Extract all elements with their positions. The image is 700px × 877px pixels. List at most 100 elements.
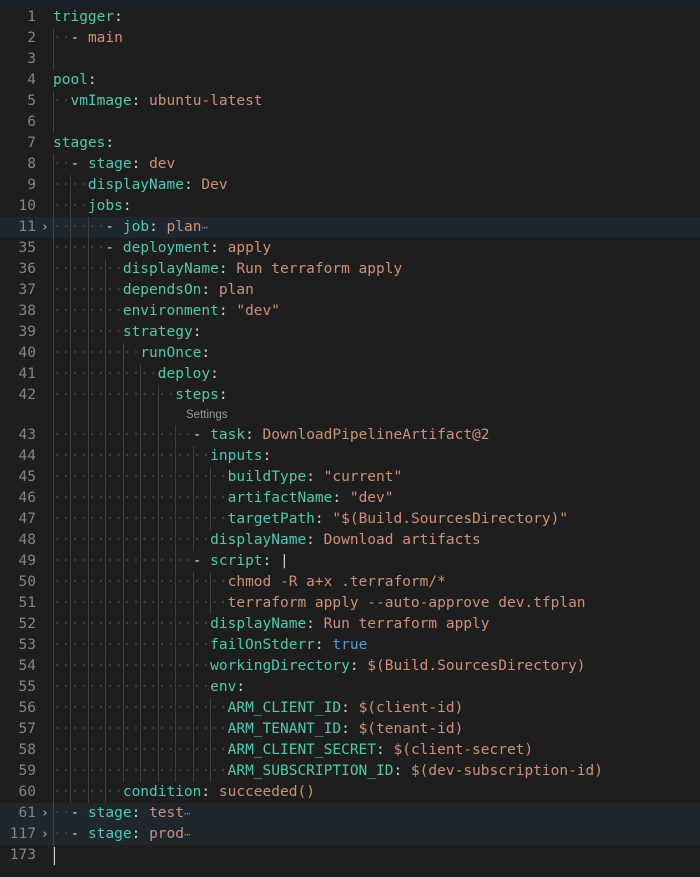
line-number: 39 (0, 322, 36, 343)
indent-whitespace: ·············· (53, 387, 175, 403)
code-line[interactable]: 49················- script: | (0, 551, 700, 572)
code-line[interactable]: 56····················ARM_CLIENT_ID: $(c… (0, 698, 700, 719)
code-line[interactable]: 45····················buildType: "curren… (0, 467, 700, 488)
token-dash: - (193, 427, 210, 443)
line-content: ········strategy: (53, 322, 201, 343)
code-line[interactable]: 4pool: (0, 70, 700, 91)
line-number: 55 (0, 677, 36, 698)
code-line[interactable]: 44··················inputs: (0, 446, 700, 467)
indent-whitespace: ···················· (53, 574, 228, 590)
token-punc: : (201, 784, 218, 800)
line-content: ··················inputs: (53, 446, 271, 467)
code-line[interactable]: 39 ········strategy: (0, 322, 700, 343)
token-punc: : (332, 490, 349, 506)
line-number: 37 (0, 280, 36, 301)
code-line[interactable]: 48··················displayName: Downloa… (0, 530, 700, 551)
code-line[interactable]: 54··················workingDirectory: $(… (0, 656, 700, 677)
token-key: stages (53, 135, 105, 151)
token-key: vmImage (70, 93, 131, 109)
token-val: plan (219, 282, 254, 298)
code-line[interactable]: 55··················env: (0, 677, 700, 698)
code-line[interactable]: 47····················targetPath: "$(Bui… (0, 509, 700, 530)
line-content: ··vmImage: ubuntu-latest (53, 91, 263, 112)
line-content: ······- deployment: apply (53, 238, 271, 259)
token-val: test (149, 805, 184, 821)
code-line[interactable]: 2··- main (0, 28, 700, 49)
indent-whitespace: ·· (53, 156, 70, 172)
code-line[interactable]: 36········displayName: Run terraform app… (0, 259, 700, 280)
line-number: 45 (0, 467, 36, 488)
token-val: ubuntu-latest (149, 93, 263, 109)
code-line[interactable]: 6 (0, 112, 700, 133)
fold-chevron-right-icon[interactable]: › (38, 803, 52, 824)
indent-whitespace: ·· (53, 826, 70, 842)
code-line[interactable]: 57····················ARM_TENANT_ID: $(t… (0, 719, 700, 740)
token-key: stage (88, 156, 132, 172)
code-line[interactable]: 117›··- stage: prod⋯ (0, 824, 700, 845)
line-number: 42 (0, 385, 36, 406)
code-line[interactable]: 38········environment: "dev" (0, 301, 700, 322)
indent-whitespace: ······ (53, 219, 105, 235)
code-editor[interactable]: 1trigger:2··- main34pool:5··vmImage: ubu… (0, 0, 700, 877)
code-line[interactable]: 35······- deployment: apply (0, 238, 700, 259)
token-val: $(tenant-id) (359, 721, 464, 737)
token-pipe: | (280, 553, 289, 569)
code-line[interactable]: 10····jobs: (0, 196, 700, 217)
code-line[interactable]: 50····················chmod -R a+x .terr… (0, 572, 700, 593)
line-number: 46 (0, 488, 36, 509)
token-dash: - (70, 805, 87, 821)
token-val: Download artifacts (324, 532, 481, 548)
code-line[interactable]: 58····················ARM_CLIENT_SECRET:… (0, 740, 700, 761)
code-line[interactable]: 61›··- stage: test⋯ (0, 803, 700, 824)
token-key: jobs (88, 198, 123, 214)
code-line[interactable]: 7stages: (0, 133, 700, 154)
token-key: ARM_TENANT_ID (228, 721, 342, 737)
token-dash: - (70, 30, 87, 46)
code-line[interactable]: 173 (0, 845, 700, 866)
line-content: ········dependsOn: plan (53, 280, 254, 301)
line-content: ··- stage: prod⋯ (53, 824, 191, 845)
line-content: ··············steps: (53, 385, 228, 406)
code-line[interactable]: 11›······- job: plan⋯ (0, 217, 700, 238)
token-key: environment (123, 303, 219, 319)
code-line[interactable]: 51····················terraform apply --… (0, 593, 700, 614)
token-punc: : (263, 448, 272, 464)
line-content: ··················displayName: Download … (53, 530, 481, 551)
line-number: 58 (0, 740, 36, 761)
line-number: 54 (0, 656, 36, 677)
code-line[interactable]: 59····················ARM_SUBSCRIPTION_I… (0, 761, 700, 782)
code-line[interactable]: 9····displayName: Dev (0, 175, 700, 196)
editor-lines[interactable]: 1trigger:2··- main34pool:5··vmImage: ubu… (0, 7, 700, 866)
codelens-settings-link[interactable]: Settings (186, 406, 228, 425)
code-line[interactable]: 1trigger: (0, 7, 700, 28)
code-line[interactable]: 5 ··vmImage: ubuntu-latest (0, 91, 700, 112)
token-punc: : (393, 763, 410, 779)
code-line[interactable]: 37 ········dependsOn: plan (0, 280, 700, 301)
token-val: apply (228, 240, 272, 256)
fold-chevron-right-icon[interactable]: › (38, 217, 52, 238)
line-number: 5 (0, 91, 36, 112)
token-val: chmod -R a+x .terraform/* (228, 574, 446, 590)
code-line[interactable]: 40··········runOnce: (0, 343, 700, 364)
token-punc: : (184, 177, 201, 193)
code-line[interactable]: 8··- stage: dev (0, 154, 700, 175)
code-line[interactable]: 53··················failOnStderr: true (0, 635, 700, 656)
line-content: ········environment: "dev" (53, 301, 280, 322)
code-line[interactable]: 43················- task: DownloadPipeli… (0, 425, 700, 446)
token-val: terraform apply --auto-approve dev.tfpla… (228, 595, 586, 611)
token-key: steps (175, 387, 219, 403)
token-key: task (210, 427, 245, 443)
code-line[interactable]: 41············deploy: (0, 364, 700, 385)
indent-whitespace: ········ (53, 261, 123, 277)
code-line[interactable]: 3 (0, 49, 700, 70)
token-val: plan (167, 219, 202, 235)
code-line[interactable]: 60········condition: succeeded() (0, 782, 700, 803)
fold-chevron-right-icon[interactable]: › (38, 824, 52, 845)
indent-whitespace: ········ (53, 303, 123, 319)
code-line[interactable]: 52··················displayName: Run ter… (0, 614, 700, 635)
code-line[interactable]: 46····················artifactName: "dev… (0, 488, 700, 509)
token-val: DownloadPipelineArtifact@2 (263, 427, 490, 443)
indent-whitespace: ···· (53, 177, 88, 193)
line-content: pool: (53, 70, 97, 91)
code-line[interactable]: 42 ··············steps: (0, 385, 700, 406)
